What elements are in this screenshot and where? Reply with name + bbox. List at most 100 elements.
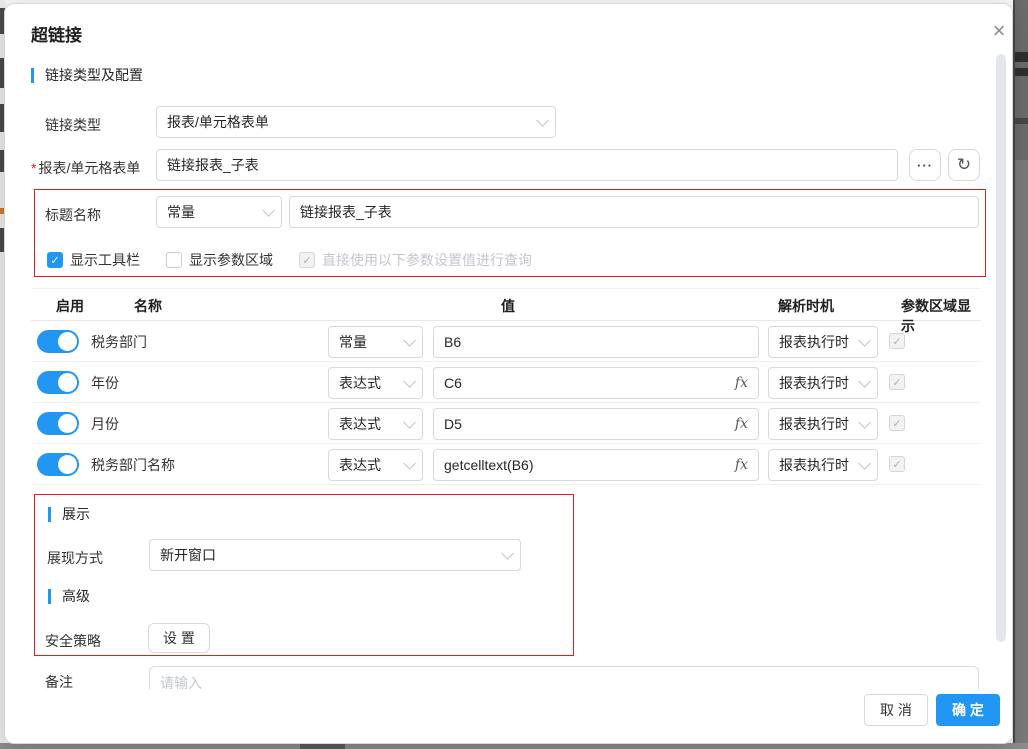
check-icon: ✓ xyxy=(302,254,311,267)
display-mode-value: 新开窗口 xyxy=(160,545,216,565)
chevron-down-icon xyxy=(536,114,549,127)
param-name: 税务部门名称 xyxy=(91,455,175,475)
refresh-button[interactable]: ↻ xyxy=(948,149,980,181)
check-icon: ✓ xyxy=(169,254,178,267)
display-mode-label: 展现方式 xyxy=(47,548,103,568)
value-type-select[interactable]: 表达式 xyxy=(328,449,423,481)
chevron-down-icon xyxy=(858,375,871,388)
value-type-select[interactable]: 表达式 xyxy=(328,367,423,399)
security-policy-label: 安全策略 xyxy=(45,631,101,651)
title-name-value: 链接报表_子表 xyxy=(300,202,392,222)
check-icon: ✓ xyxy=(50,254,59,267)
chevron-down-icon xyxy=(858,457,871,470)
fx-formula-icon[interactable]: fx xyxy=(735,457,748,473)
parse-timing-select[interactable]: 报表执行时 xyxy=(768,367,878,399)
dialog-scroll-content[interactable]: 超链接 链接类型及配置 链接类型 报表/单元格表单 *报表/单元格表单 链接报表… xyxy=(5,4,1012,691)
background-fragment xyxy=(1015,68,1028,76)
enable-toggle[interactable] xyxy=(37,412,79,435)
param-value: D5 xyxy=(444,416,462,432)
value-type-select[interactable]: 常量 xyxy=(328,326,423,358)
section-link-config-title: 链接类型及配置 xyxy=(45,65,143,85)
display-mode-select[interactable]: 新开窗口 xyxy=(149,539,521,571)
fx-formula-icon[interactable]: fx xyxy=(735,416,748,432)
param-value-input[interactable]: D5 fx xyxy=(433,408,759,440)
value-type: 表达式 xyxy=(339,373,381,393)
title-name-input[interactable]: 链接报表_子表 xyxy=(289,196,979,228)
value-type-select[interactable]: 表达式 xyxy=(328,408,423,440)
close-icon[interactable]: × xyxy=(985,18,1013,46)
enable-toggle[interactable] xyxy=(37,330,79,353)
param-row: 年份 表达式 C6 fx 报表执行时 ✓ xyxy=(31,362,981,403)
toggle-knob xyxy=(58,332,77,351)
param-value: B6 xyxy=(444,334,461,350)
parse-timing-select[interactable]: 报表执行时 xyxy=(768,449,878,481)
header-parse-timing: 解析时机 xyxy=(778,296,834,316)
param-name: 年份 xyxy=(91,373,119,393)
section-bar-icon xyxy=(48,589,51,604)
section-display-title: 展示 xyxy=(62,504,90,524)
highlight-box-display-advanced xyxy=(34,494,574,656)
param-value-input[interactable]: getcelltext(B6) fx xyxy=(433,449,759,481)
security-settings-button-label: 设 置 xyxy=(163,628,195,648)
security-settings-button[interactable]: 设 置 xyxy=(148,623,210,653)
param-value: C6 xyxy=(444,375,462,391)
cancel-button[interactable]: 取 消 xyxy=(864,694,928,726)
screen: 超链接 链接类型及配置 链接类型 报表/单元格表单 *报表/单元格表单 链接报表… xyxy=(0,0,1028,749)
param-value-input[interactable]: B6 xyxy=(433,326,759,358)
report-form-label: *报表/单元格表单 xyxy=(31,158,140,178)
confirm-button[interactable]: 确 定 xyxy=(936,694,1000,726)
header-name: 名称 xyxy=(134,296,162,316)
show-param-area-checkbox[interactable]: ✓ xyxy=(166,252,182,268)
title-name-label: 标题名称 xyxy=(45,205,101,225)
section-display: 展示 xyxy=(48,504,90,524)
parameters-table-header: 启用 名称 值 解析时机 参数区域显示 xyxy=(31,288,981,321)
check-icon: ✓ xyxy=(892,458,901,471)
report-form-input[interactable]: 链接报表_子表 xyxy=(156,149,898,181)
title-name-type-value: 常量 xyxy=(167,202,195,222)
area-display-checkbox: ✓ xyxy=(889,415,905,431)
link-type-select[interactable]: 报表/单元格表单 xyxy=(156,106,556,138)
refresh-icon: ↻ xyxy=(957,155,971,175)
chevron-down-icon xyxy=(262,204,275,217)
toggle-knob xyxy=(58,414,77,433)
dialog-scrollbar[interactable] xyxy=(996,54,1006,642)
area-display-checkbox: ✓ xyxy=(889,333,905,349)
show-toolbar-checkbox[interactable]: ✓ xyxy=(47,252,63,268)
enable-toggle[interactable] xyxy=(37,371,79,394)
area-display-checkbox: ✓ xyxy=(889,456,905,472)
link-type-value: 报表/单元格表单 xyxy=(167,112,269,132)
background-fragment xyxy=(1015,52,1028,62)
chevron-down-icon xyxy=(403,334,416,347)
enable-toggle[interactable] xyxy=(37,453,79,476)
ellipsis-icon: ··· xyxy=(917,158,933,173)
header-enable: 启用 xyxy=(56,296,84,316)
parse-timing: 报表执行时 xyxy=(779,373,849,393)
value-type: 表达式 xyxy=(339,414,381,434)
check-icon: ✓ xyxy=(892,417,901,430)
param-value-input[interactable]: C6 fx xyxy=(433,367,759,399)
fx-formula-icon[interactable]: fx xyxy=(735,375,748,391)
parameters-table: 启用 名称 值 解析时机 参数区域显示 税务部门 常量 B6 xyxy=(31,288,981,485)
chevron-down-icon xyxy=(403,375,416,388)
remark-input[interactable]: 请输入 xyxy=(149,666,979,691)
title-name-type-select[interactable]: 常量 xyxy=(156,196,282,228)
hyperlink-dialog: 超链接 链接类型及配置 链接类型 报表/单元格表单 *报表/单元格表单 链接报表… xyxy=(4,3,1013,744)
dialog-title: 超链接 xyxy=(31,21,82,46)
param-row: 税务部门名称 表达式 getcelltext(B6) fx 报表执行时 ✓ xyxy=(31,444,981,485)
parse-timing-select[interactable]: 报表执行时 xyxy=(768,326,878,358)
toggle-knob xyxy=(58,455,77,474)
chevron-down-icon xyxy=(501,547,514,560)
parse-timing-select[interactable]: 报表执行时 xyxy=(768,408,878,440)
value-type: 表达式 xyxy=(339,455,381,475)
check-icon: ✓ xyxy=(892,335,901,348)
section-link-config: 链接类型及配置 xyxy=(31,65,143,85)
show-param-area-label: 显示参数区域 xyxy=(189,250,273,270)
section-bar-icon xyxy=(31,68,34,83)
check-icon: ✓ xyxy=(892,376,901,389)
report-form-value: 链接报表_子表 xyxy=(167,155,259,175)
dialog-footer: 取 消 确 定 xyxy=(5,689,1012,743)
parse-timing: 报表执行时 xyxy=(779,332,849,352)
param-name: 月份 xyxy=(91,414,119,434)
browse-report-button[interactable]: ··· xyxy=(909,149,941,181)
header-value: 值 xyxy=(501,296,515,316)
